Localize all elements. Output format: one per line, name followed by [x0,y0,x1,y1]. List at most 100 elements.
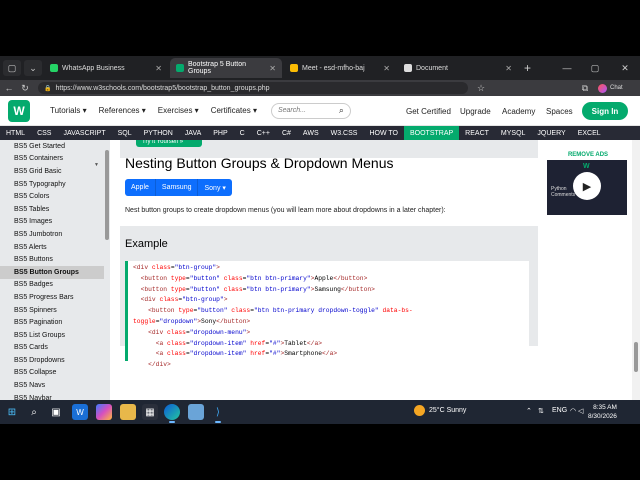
sidebar-item[interactable]: BS5 Grid Basic [0,165,104,178]
topnav-item[interactable]: MYSQL [495,126,532,140]
clock[interactable]: 8:35 AM 8/30/2026 [588,403,617,421]
topnav-item[interactable]: PYTHON [138,126,179,140]
topnav-item[interactable]: PHP [207,126,233,140]
weather-widget[interactable]: 25°C Sunny [414,405,466,416]
app-icon[interactable] [188,404,204,420]
sidebar-item[interactable]: BS5 Cards [0,342,104,355]
store-icon[interactable]: ▦ [142,404,158,420]
spaces-link[interactable]: Spaces [546,107,573,116]
network-icon[interactable]: ⇅ [538,407,544,415]
sidebar-item[interactable]: BS5 List Groups [0,329,104,342]
close-tab-icon[interactable]: ✕ [383,64,390,73]
chat-label[interactable]: Chat [610,85,623,91]
topnav-item[interactable]: HOW TO [363,126,404,140]
sidebar-item[interactable]: BS5 Jumbotron [0,228,104,241]
vscode-icon[interactable]: ⟩ [210,404,226,420]
demo-button[interactable]: Samsung [156,179,199,196]
sidebar-scroll-arrow-icon[interactable]: ▼ [94,162,99,168]
sidebar-scroll-thumb[interactable] [105,150,109,240]
browser-tab[interactable]: Bootstrap 5 Button Groups ✕ [170,58,282,78]
url-bar[interactable]: 🔒 https://www.w3schools.com/bootstrap5/b… [38,82,468,94]
word-icon[interactable]: W [72,404,88,420]
sidebar-item[interactable]: BS5 Button Groups [0,265,104,279]
browser-tab[interactable]: Meet - esd-mfho-baj ✕ [284,58,396,78]
wifi-icon[interactable]: ◠ [570,407,576,415]
header-menu-item[interactable]: Certificates ▾ [211,106,257,115]
sidebar-item[interactable]: BS5 Navs [0,379,104,392]
windows-start-icon[interactable]: ⊞ [4,404,20,420]
sidebar-item[interactable]: BS5 Containers [0,153,104,166]
sidebar-item[interactable]: BS5 Pagination [0,316,104,329]
demo-button[interactable]: Apple [125,179,156,196]
topnav-item[interactable]: JAVASCRIPT [57,126,111,140]
sidebar-item[interactable]: BS5 Alerts [0,241,104,254]
topnav-item[interactable]: C# [276,126,297,140]
back-icon[interactable]: ← [2,83,16,93]
upgrade-link[interactable]: Upgrade [460,107,491,116]
lang-label[interactable]: ENG [552,407,567,414]
close-tab-icon[interactable]: ✕ [269,64,276,73]
favorite-icon[interactable]: ☆ [474,83,488,94]
sidebar-item[interactable]: BS5 Buttons [0,253,104,266]
topnav-item[interactable]: C++ [251,126,276,140]
edge-icon[interactable] [164,404,180,420]
tab-list-icon[interactable]: ⌄ [24,60,42,76]
sidebar-item[interactable]: BS5 Typography [0,178,104,191]
sidebar-item[interactable]: BS5 Dropdowns [0,354,104,367]
w3schools-logo[interactable]: W [8,99,30,122]
search-icon[interactable]: ⌕ [339,105,344,116]
remove-ads-link[interactable]: REMOVE ADS [544,152,632,158]
sign-in-button[interactable]: Sign In [582,102,628,120]
play-icon[interactable]: ▶ [573,172,601,200]
sidebar-item[interactable]: BS5 Colors [0,190,104,203]
search-input[interactable]: Search... ⌕ [270,102,351,119]
topnav-item[interactable]: JAVA [179,126,207,140]
academy-link[interactable]: Academy [502,107,535,116]
volume-icon[interactable]: ◁ [578,407,583,415]
topnav-item[interactable]: W3.CSS [325,126,364,140]
video-ad[interactable]: W Python Comments ▶ [547,160,627,215]
try-it-yourself-button[interactable]: Try it Yourself » [136,140,202,147]
header-menu-item[interactable]: Tutorials ▾ [50,106,87,115]
browser-tab[interactable]: WhatsApp Business ✕ [44,58,168,78]
maximize-icon[interactable]: ▢ [580,56,610,80]
topnav-item[interactable]: REACT [459,126,495,140]
task-view-icon[interactable]: ▣ [48,404,64,420]
tab-actions-icon[interactable]: ▢ [3,60,21,76]
topnav-item[interactable]: BOOTSTRAP [403,126,460,140]
topnav-item[interactable]: SQL [112,126,138,140]
new-tab-button[interactable]: + [524,61,531,75]
minimize-icon[interactable]: — [552,56,582,80]
topnav-item[interactable]: JQUERY [531,126,571,140]
close-window-icon[interactable]: ✕ [610,56,640,80]
browser-tab[interactable]: Document ✕ [398,58,518,78]
close-tab-icon[interactable]: ✕ [155,64,162,73]
header-menu-item[interactable]: References ▾ [99,106,146,115]
copilot-app-icon[interactable] [96,404,112,420]
sidebar-item[interactable]: BS5 Images [0,216,104,229]
sidebar-item[interactable]: BS5 Collapse [0,367,104,380]
get-certified-link[interactable]: Get Certified [406,107,451,116]
topnav-item[interactable]: C [234,126,251,140]
demo-button[interactable]: Sony ▾ [198,179,231,196]
topnav-item[interactable]: AWS [297,126,325,140]
close-tab-icon[interactable]: ✕ [505,64,512,73]
sidebar-item[interactable]: BS5 Spinners [0,304,104,317]
page-scroll-thumb[interactable] [634,342,638,372]
header-menu-item[interactable]: Exercises ▾ [158,106,199,115]
taskbar-search-icon[interactable]: ⌕ [26,404,42,420]
topnav-item[interactable]: EXCEL [572,126,607,140]
refresh-icon[interactable]: ↻ [18,83,32,94]
tray-chevron-icon[interactable]: ⌃ [526,407,532,415]
topnav-item[interactable]: CSS [31,126,57,140]
sidebar-item[interactable]: BS5 Badges [0,279,104,292]
file-explorer-icon[interactable] [120,404,136,420]
page-scrollbar[interactable] [632,140,640,400]
topnav-item[interactable]: HTML [0,126,31,140]
sidebar-item[interactable]: BS5 Get Started [0,140,104,153]
copilot-icon[interactable] [598,83,607,93]
sidebar-item[interactable]: BS5 Tables [0,203,104,216]
sidebar-item[interactable]: BS5 Navbar [0,392,104,400]
code-block[interactable]: <div class="btn-group"> <button type="bu… [125,261,529,368]
extensions-icon[interactable]: ⧉ [578,83,592,94]
